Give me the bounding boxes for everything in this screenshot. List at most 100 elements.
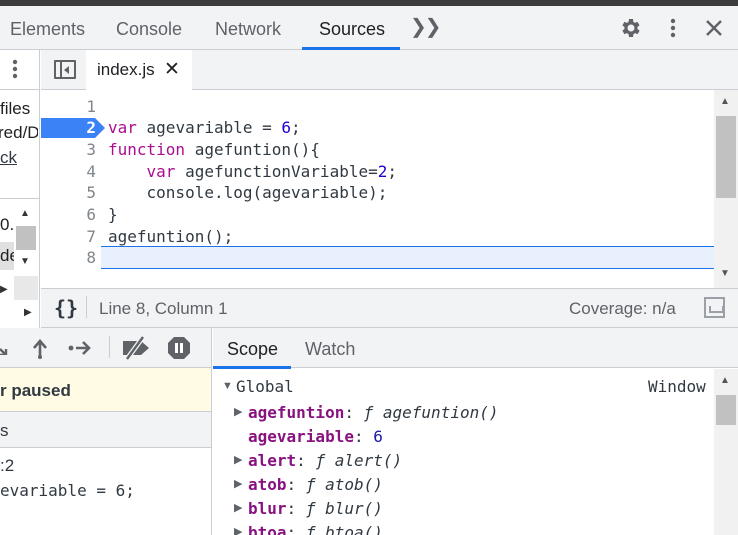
expand-triangle-right-icon[interactable]: ▶ <box>234 405 242 418</box>
property-separator: : <box>296 451 306 470</box>
property-name: alert <box>248 451 297 470</box>
line-number[interactable]: 6 <box>60 205 96 224</box>
function-marker: ƒ <box>363 403 374 422</box>
tab-elements[interactable]: Elements <box>10 6 85 49</box>
expand-triangle-right-icon[interactable]: ▶ <box>234 453 242 466</box>
tab-scope[interactable]: Scope <box>227 339 278 360</box>
property-separator: : <box>344 403 354 422</box>
line-number[interactable]: 8 <box>60 248 96 267</box>
chevron-double-right-icon[interactable]: ❯❯ <box>410 14 441 39</box>
scope-property[interactable]: atob: ƒ atob() <box>248 475 383 494</box>
navigator-text: red/D <box>0 123 38 142</box>
close-icon[interactable]: ✕ <box>164 58 180 81</box>
scroll-down-icon[interactable]: ▼ <box>20 256 30 267</box>
navigator-text: files <box>0 99 31 118</box>
line-number[interactable]: 1 <box>60 97 96 116</box>
breakpoint-line-number[interactable]: 2 <box>60 118 96 137</box>
navigator-text[interactable]: 0.0 <box>0 215 14 235</box>
property-value: 6 <box>373 427 383 446</box>
scope-scrollbar[interactable] <box>714 369 738 535</box>
scrollbar-thumb[interactable] <box>16 226 36 250</box>
property-name: atob <box>248 475 287 494</box>
more-vertical-icon[interactable] <box>10 58 20 80</box>
scroll-up-icon[interactable]: ▲ <box>20 208 30 219</box>
scope-property[interactable]: agefuntion: ƒ agefuntion() <box>248 403 498 422</box>
more-vertical-icon[interactable] <box>668 17 678 39</box>
property-value: btoa() <box>325 523 383 535</box>
line-number[interactable]: 7 <box>60 227 96 246</box>
file-tab-label[interactable]: index.js <box>97 60 155 80</box>
navigator-text[interactable]: de <box>0 246 14 266</box>
scrollbar-corner <box>14 276 38 300</box>
code-line[interactable]: agefuntion(); <box>108 227 233 246</box>
property-value: blur() <box>325 499 383 518</box>
scope-property[interactable]: agevariable: 6 <box>248 427 383 446</box>
property-value: atob() <box>325 475 383 494</box>
current-line-highlight <box>101 246 714 269</box>
scroll-up-icon[interactable]: ▲ <box>720 96 730 107</box>
navigator-link[interactable]: ck <box>0 148 17 168</box>
property-name: btoa <box>248 523 287 535</box>
step-icon[interactable] <box>67 337 93 359</box>
scrollbar-thumb[interactable] <box>716 395 736 425</box>
call-stack-header[interactable] <box>0 412 212 448</box>
scope-property[interactable]: alert: ƒ alert() <box>248 451 402 470</box>
property-value: alert() <box>334 451 403 470</box>
close-icon[interactable] <box>703 17 725 39</box>
scope-property[interactable]: btoa: ƒ btoa() <box>248 523 383 535</box>
scroll-up-icon[interactable]: ▲ <box>720 375 730 386</box>
line-number[interactable]: 5 <box>60 183 96 202</box>
toggle-navigator-icon[interactable] <box>54 60 76 79</box>
property-value: agefuntion() <box>382 403 499 422</box>
code-line[interactable]: } <box>108 205 118 224</box>
function-marker: ƒ <box>305 523 316 535</box>
divider <box>0 89 40 90</box>
chevron-right-icon[interactable]: ▶ <box>24 307 32 318</box>
code-line[interactable]: var agevariable = 6; <box>108 118 301 137</box>
pause-on-exceptions-icon[interactable] <box>167 336 191 360</box>
expand-triangle-right-icon[interactable]: ▶ <box>234 477 242 490</box>
tab-network[interactable]: Network <box>215 6 281 49</box>
expand-triangle-right-icon[interactable]: ▶ <box>234 501 242 514</box>
step-over-icon[interactable] <box>0 339 8 355</box>
function-marker: ƒ <box>315 451 326 470</box>
property-separator: : <box>286 523 297 535</box>
deactivate-breakpoints-icon[interactable] <box>121 336 151 360</box>
expand-triangle-right-icon[interactable]: ▶ <box>234 525 242 535</box>
step-out-icon[interactable] <box>30 337 50 359</box>
divider <box>86 296 87 318</box>
paused-status: r paused <box>0 381 71 400</box>
function-marker: ƒ <box>305 499 316 518</box>
code-line[interactable]: var agefunctionVariable=2; <box>108 162 397 181</box>
tab-watch[interactable]: Watch <box>305 339 355 360</box>
call-stack-title[interactable]: s <box>0 421 9 441</box>
line-number[interactable]: 3 <box>60 140 96 159</box>
gear-icon[interactable] <box>618 16 642 40</box>
property-name: blur <box>248 499 287 518</box>
expand-triangle-down-icon[interactable]: ▼ <box>222 380 233 392</box>
pretty-print-icon[interactable]: {} <box>54 296 78 320</box>
scope-global-value: Window <box>648 377 706 396</box>
coverage-icon[interactable] <box>704 297 725 318</box>
code-line[interactable]: function agefuntion(){ <box>108 140 320 159</box>
divider <box>0 198 40 199</box>
property-separator: : <box>286 499 297 518</box>
code-line[interactable]: console.log(agevariable); <box>108 183 388 202</box>
property-name: agefuntion <box>248 403 345 422</box>
tab-console[interactable]: Console <box>116 6 182 49</box>
scope-global-label[interactable]: Global <box>236 377 294 396</box>
property-separator: : <box>286 475 297 494</box>
divider <box>109 336 110 358</box>
call-frame-location[interactable]: :2 <box>0 456 14 476</box>
scrollbar-thumb[interactable] <box>716 116 736 198</box>
chevron-right-icon[interactable]: ▶ <box>0 284 8 295</box>
tab-sources[interactable]: Sources <box>319 6 385 49</box>
scroll-down-icon[interactable]: ▼ <box>720 268 730 279</box>
function-marker: ƒ <box>305 475 316 494</box>
scope-property[interactable]: blur: ƒ blur() <box>248 499 383 518</box>
coverage-status: Coverage: n/a <box>569 299 676 318</box>
call-frame-code[interactable]: evariable = 6; <box>0 481 135 500</box>
line-number[interactable]: 4 <box>60 162 96 181</box>
property-name: agevariable <box>248 427 354 446</box>
property-separator: : <box>353 427 364 446</box>
